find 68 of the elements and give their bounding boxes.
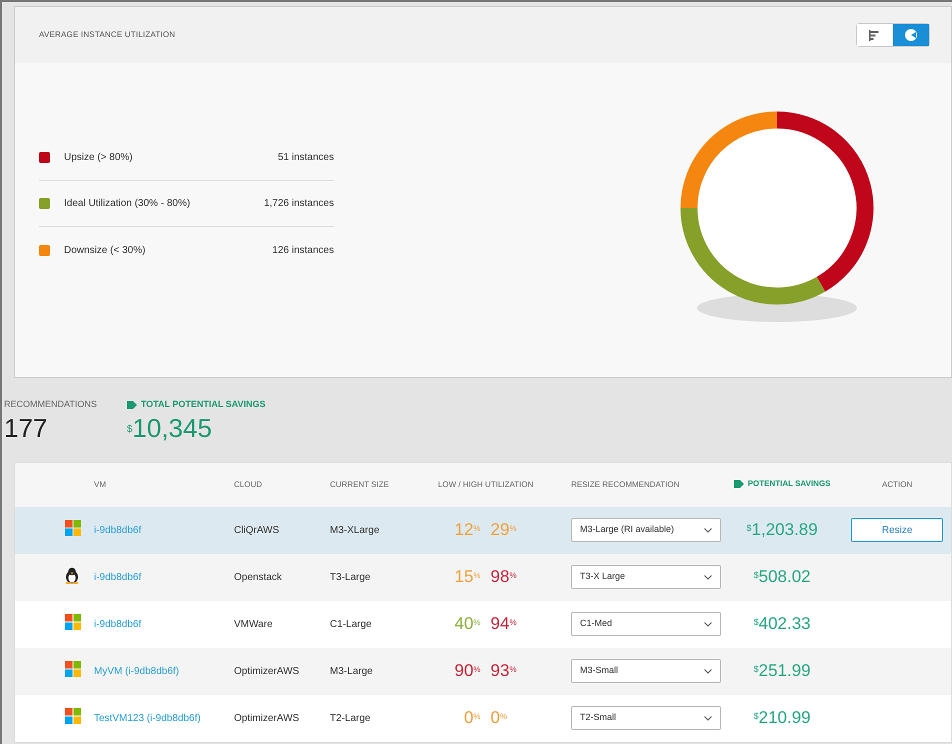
chevron-down-icon	[704, 528, 712, 532]
chevron-down-icon	[704, 622, 712, 626]
savings-value: $^{$}$251.99	[754, 661, 811, 680]
size-cell: T3-Large	[330, 572, 370, 582]
legend-count: 51 instances	[278, 151, 334, 165]
legend-label: Downsize (< 30%)	[64, 244, 146, 258]
column-header: VM	[94, 480, 106, 488]
cloud-cell: Openstack	[234, 572, 282, 582]
pie-chart-icon	[905, 29, 917, 41]
size-cell: M3-Large	[330, 666, 373, 676]
chevron-down-icon	[704, 574, 712, 580]
column-header: CLOUD	[234, 480, 262, 488]
column-header: POTENTIAL SAVINGS	[748, 478, 831, 490]
windows-logo-icon	[65, 660, 81, 676]
penguin-icon	[65, 566, 79, 584]
size-cell: M3-XLarge	[330, 524, 380, 536]
utilization-value: 98$^{%}$	[490, 566, 517, 588]
table-row[interactable]: i-9db8db6f CliQrAWS M3-XLarge 12$^{%}$ 29$^{%}$ M3-Large (RI available) $^{$}$1,203.89 Resize	[15, 506, 951, 554]
utilization-value: 0$^{%}$	[490, 707, 508, 730]
recommendations-label: RECOMMENDATIONS	[4, 398, 97, 411]
cloud-cell: CliQrAWS	[234, 524, 280, 536]
size-cell: T2-Large	[330, 712, 370, 724]
windows-logo-icon	[65, 614, 81, 630]
savings-value: $^{$}$1,203.89	[746, 520, 818, 540]
savings-value: $^{$}$402.33	[754, 614, 811, 634]
utilization-value: 0$^{%}$	[464, 707, 481, 730]
recommendations-count: 177	[4, 412, 48, 444]
utilization-value: 94$^{%}$	[490, 613, 517, 636]
utilization-value: 90$^{%}$	[454, 660, 481, 682]
column-header: RESIZE RECOMMENDATION	[571, 480, 680, 488]
legend-count: 126 instances	[272, 244, 334, 258]
recommendation-dropdown[interactable]: T3-X Large	[570, 565, 721, 589]
tag-icon	[126, 400, 137, 409]
legend-label: Ideal Utilization (30% - 80%)	[64, 197, 190, 211]
utilization-value: 40$^{%}$	[454, 613, 481, 636]
chevron-down-icon	[704, 668, 712, 674]
recommendation-dropdown[interactable]: M3-Small	[570, 659, 721, 683]
bar-chart-icon	[869, 30, 881, 40]
legend-count: 1,726 instances	[264, 197, 334, 211]
cloud-cell: OptimizerAWS	[234, 666, 300, 676]
savings-value: $^{$}$210.99	[754, 708, 811, 728]
utilization-value: 29$^{%}$	[490, 519, 517, 542]
total-savings-value: $^{$}$10,345	[126, 412, 213, 444]
size-cell: C1-Large	[330, 618, 372, 630]
column-header: CURRENT SIZE	[330, 480, 389, 488]
recommendation-dropdown[interactable]: C1-Med	[570, 612, 721, 636]
utilization-value: 12$^{%}$	[454, 519, 481, 542]
windows-logo-icon	[65, 708, 81, 724]
utilization-value: 15$^{%}$	[454, 566, 481, 588]
recommendation-dropdown[interactable]: M3-Large (RI available)	[570, 518, 721, 542]
tag-icon	[734, 480, 744, 488]
table-row[interactable]: MyVM (i-9db8db6f) OptimizerAWS M3-Large 90$^{%}$ 93$^{%}$ M3-Small $^{$}$251.99	[15, 648, 951, 694]
panel-title: AVERAGE INSTANCE UTILIZATION	[39, 29, 176, 41]
windows-logo-icon	[65, 520, 81, 536]
bar-chart-view-button[interactable]	[857, 24, 893, 46]
column-header: LOW / HIGH UTILIZATION	[438, 480, 534, 488]
recommendation-dropdown[interactable]: T2-Small	[570, 706, 721, 730]
total-savings-label: TOTAL POTENTIAL SAVINGS	[140, 398, 266, 411]
savings-value: $^{$}$508.02	[754, 567, 811, 586]
cloud-cell: OptimizerAWS	[234, 712, 300, 724]
utilization-value: 93$^{%}$	[490, 660, 517, 682]
cloud-cell: VMWare	[234, 618, 273, 630]
pie-chart-view-button[interactable]	[893, 24, 929, 46]
resize-button[interactable]: Resize	[851, 518, 944, 542]
table-row[interactable]: i-9db8db6f Openstack T3-Large 15$^{%}$ 98$^{%}$ T3-X Large $^{$}$508.02	[15, 554, 951, 600]
chevron-down-icon	[704, 716, 712, 720]
legend-label: Upsize (> 80%)	[64, 151, 133, 165]
column-header: ACTION	[882, 480, 912, 488]
